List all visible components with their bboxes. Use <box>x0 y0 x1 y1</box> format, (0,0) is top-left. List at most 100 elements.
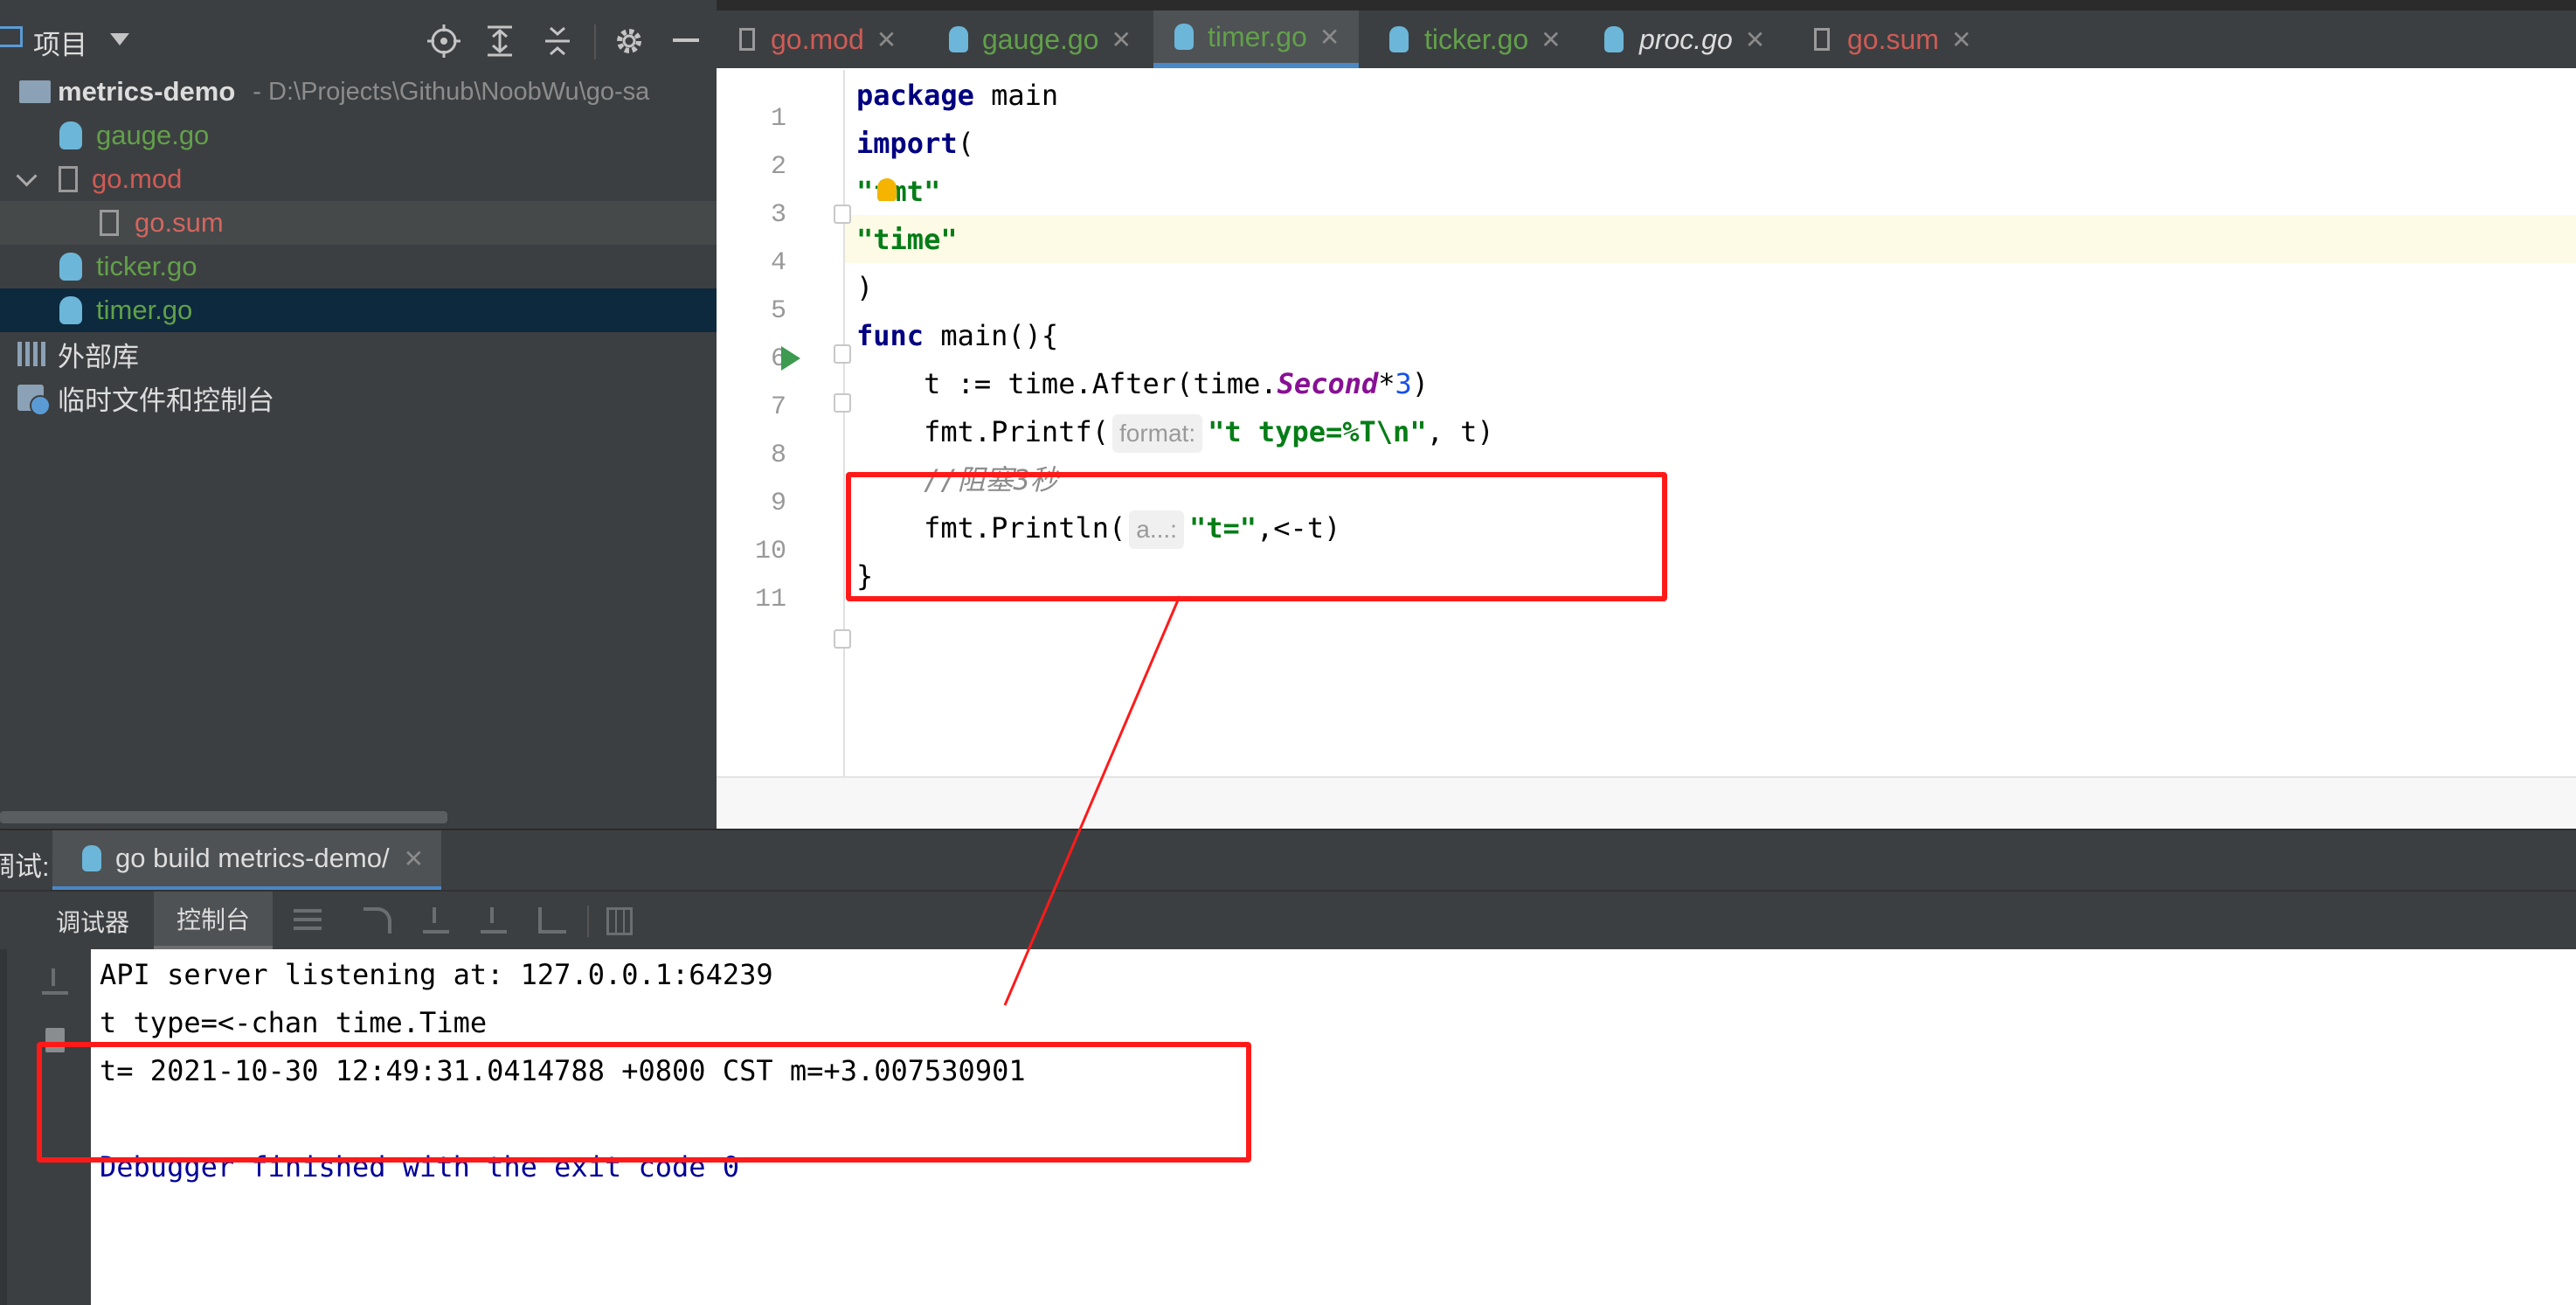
gopher-file-icon <box>59 296 82 324</box>
toolbar-divider <box>594 24 596 59</box>
tab-timer-go[interactable]: timer.go ✕ <box>1153 10 1360 68</box>
expand-all-icon[interactable] <box>481 22 519 60</box>
chevron-down-icon[interactable] <box>110 33 129 45</box>
code-line-2[interactable]: import( <box>856 120 974 168</box>
tree-item-go-mod[interactable]: go.mod <box>0 157 717 201</box>
code-text: fmt.Printf( <box>856 415 1109 448</box>
step-out-icon[interactable] <box>481 907 507 934</box>
fold-marker-icon[interactable] <box>834 205 851 224</box>
gear-icon[interactable] <box>610 22 648 60</box>
line-number: 8 <box>770 441 786 470</box>
lightbulb-icon[interactable] <box>877 178 897 201</box>
code-line-6[interactable]: func main(){ <box>856 312 1058 360</box>
close-icon[interactable]: ✕ <box>1111 25 1131 54</box>
evaluate-expression-icon[interactable] <box>606 907 633 935</box>
library-icon <box>17 342 49 366</box>
tree-item-label: 临时文件和控制台 <box>58 385 274 416</box>
parameter-hint: format: <box>1111 414 1203 453</box>
tree-item-scratches[interactable]: 临时文件和控制台 <box>0 376 717 420</box>
tree-item-label: ticker.go <box>96 251 197 281</box>
locate-file-icon[interactable] <box>425 22 463 60</box>
tab-label: timer.go <box>1208 20 1307 52</box>
close-icon[interactable]: ✕ <box>404 844 424 873</box>
root-folder-path: - D:\Projects\Github\NoobWu\go-sa <box>253 77 650 106</box>
file-icon <box>739 28 755 51</box>
constant: Second <box>1277 367 1379 400</box>
code-line-1[interactable]: package main <box>856 72 1058 120</box>
code-text: main(){ <box>924 319 1059 352</box>
code-text: * <box>1378 367 1395 400</box>
close-icon[interactable]: ✕ <box>876 25 897 54</box>
console-line: t type=<-chan time.Time <box>100 1006 488 1039</box>
current-line-highlight <box>717 215 2576 263</box>
gopher-file-icon <box>59 121 82 149</box>
string-literal: "t type=%T\n" <box>1208 415 1427 448</box>
tree-root-metrics-demo[interactable]: metrics-demo - D:\Projects\Github\NoobWu… <box>0 70 717 114</box>
fold-marker-icon[interactable] <box>834 344 851 364</box>
keyword: import <box>856 127 958 160</box>
code-line-5[interactable]: ) <box>856 264 873 312</box>
file-icon <box>59 166 78 192</box>
tab-label: gauge.go <box>982 23 1099 55</box>
step-over-icon[interactable] <box>364 907 391 934</box>
tab-label: go.mod <box>771 23 864 55</box>
minimize-icon[interactable] <box>673 38 699 42</box>
gopher-file-icon <box>1174 24 1194 50</box>
run-to-cursor-icon[interactable] <box>538 907 566 934</box>
horizontal-scrollbar[interactable] <box>0 811 447 823</box>
tree-item-go-sum[interactable]: go.sum <box>0 201 717 245</box>
tree-item-label: timer.go <box>96 295 193 325</box>
top-strip <box>717 0 2576 10</box>
close-icon[interactable]: ✕ <box>1541 25 1561 54</box>
fold-marker-icon[interactable] <box>834 393 851 413</box>
project-view-label[interactable]: 项目 <box>33 23 87 62</box>
close-icon[interactable]: ✕ <box>1951 25 1971 54</box>
tab-go-mod[interactable]: go.mod ✕ <box>739 10 897 68</box>
gopher-file-icon <box>1389 26 1409 52</box>
code-line-8[interactable]: fmt.Printf(format: "t type=%T\n", t) <box>856 408 1494 456</box>
chevron-down-icon[interactable] <box>16 164 38 187</box>
code-line-3[interactable]: "fmt" <box>856 168 940 216</box>
line-number: 4 <box>770 248 786 278</box>
gopher-file-icon <box>82 845 101 871</box>
collapse-all-icon[interactable] <box>538 22 577 60</box>
step-into-icon[interactable] <box>423 907 449 934</box>
tree-item-external-libraries[interactable]: 外部库 <box>0 332 717 376</box>
editor-breadcrumb-bar <box>717 776 2576 830</box>
tree-item-timer-go[interactable]: timer.go <box>0 288 717 332</box>
keyword: func <box>856 319 924 352</box>
code-line-4[interactable]: "time" <box>856 216 958 264</box>
annotation-box-output <box>37 1042 1251 1163</box>
file-icon <box>100 210 119 236</box>
side-indicator <box>0 949 7 1305</box>
tab-proc-go[interactable]: proc.go ✕ <box>1604 10 1765 68</box>
folder-icon <box>19 80 51 103</box>
tree-item-label: 外部库 <box>58 341 139 372</box>
fold-marker-icon[interactable] <box>834 629 851 649</box>
tree-item-ticker-go[interactable]: ticker.go <box>0 245 717 288</box>
tab-console[interactable]: 控制台 <box>154 892 274 951</box>
tree-item-gauge-go[interactable]: gauge.go <box>0 114 717 157</box>
line-number: 3 <box>770 200 786 230</box>
tab-label: go.sum <box>1847 23 1939 55</box>
tab-label: ticker.go <box>1424 23 1529 55</box>
debug-toolbar: 调试器 控制台 <box>0 890 2576 953</box>
line-number: 6 <box>770 344 786 374</box>
tab-gauge-go[interactable]: gauge.go ✕ <box>949 10 1132 68</box>
scroll-to-end-icon[interactable] <box>42 968 68 995</box>
code-line-7[interactable]: t := time.After(time.Second*3) <box>856 360 1429 408</box>
tab-run-configuration[interactable]: go build metrics-demo/ ✕ <box>52 830 442 892</box>
debug-prefix-label: 调试: <box>0 851 50 882</box>
line-number: 2 <box>770 152 786 182</box>
line-number: 1 <box>770 104 786 134</box>
close-icon[interactable]: ✕ <box>1745 25 1765 54</box>
tab-go-sum[interactable]: go.sum ✕ <box>1814 10 1971 68</box>
menu-lines-icon[interactable] <box>294 909 322 932</box>
code-text: t := time.After(time. <box>856 367 1278 400</box>
tab-ticker-go[interactable]: ticker.go ✕ <box>1389 10 1562 68</box>
run-icon[interactable] <box>781 346 800 371</box>
tree-item-label: go.sum <box>135 207 224 238</box>
tab-debugger[interactable]: 调试器 <box>35 892 150 951</box>
line-number: 5 <box>770 296 786 326</box>
close-icon[interactable]: ✕ <box>1319 23 1340 52</box>
